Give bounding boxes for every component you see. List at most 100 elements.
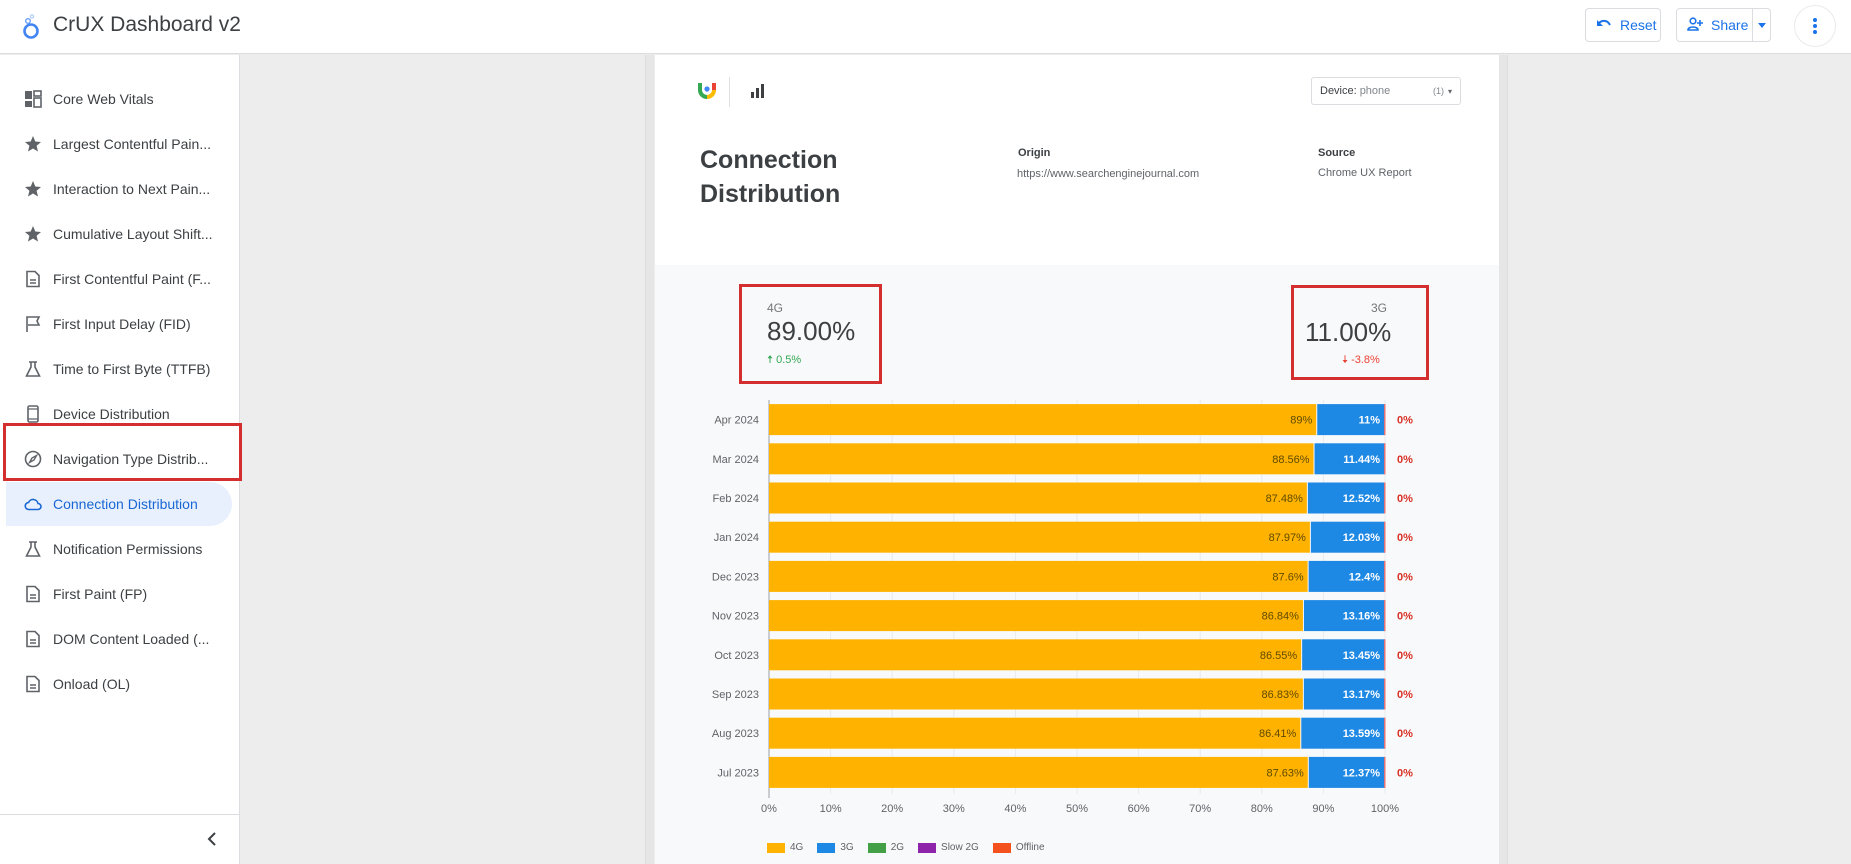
data-label-offline: 0% [1397,493,1413,505]
data-label-offline: 0% [1397,611,1413,623]
x-tick-label: 90% [1312,803,1334,815]
legend-item-3g[interactable]: 3G [817,842,854,853]
bar-offline [1384,404,1386,436]
data-label-4g: 86.83% [1262,689,1300,701]
category-label: Apr 2024 [714,415,759,427]
bar-offline [1384,600,1386,632]
bar-4g [769,521,1310,553]
data-label-3g: 13.59% [1343,728,1381,740]
bar-offline [1384,639,1386,671]
x-tick-label: 10% [820,803,842,815]
sidebar-item-cumulative-layout-shift[interactable]: Cumulative Layout Shift... [6,212,232,256]
flask-icon [24,360,42,378]
data-label-4g: 87.97% [1269,532,1307,544]
sidebar-item-largest-contentful-pain[interactable]: Largest Contentful Pain... [6,122,232,166]
category-label: Jul 2023 [717,767,759,779]
legend-item-4g[interactable]: 4G [767,842,803,853]
chevron-left-icon [207,832,216,846]
sidebar-item-connection-distribution[interactable]: Connection Distribution [6,482,232,526]
dashboard-icon [24,90,42,108]
canvas-edge [645,55,654,864]
document-icon [24,630,42,648]
x-tick-label: 100% [1371,803,1399,815]
bar-4g [769,443,1314,475]
sidebar-item-interaction-to-next-pain[interactable]: Interaction to Next Pain... [6,167,232,211]
category-label: Jan 2024 [714,532,759,544]
legend-label: Offline [1015,842,1045,853]
data-label-offline: 0% [1397,532,1413,544]
sidebar-item-dom-content-loaded[interactable]: DOM Content Loaded (... [6,617,232,661]
data-label-offline: 0% [1397,454,1413,466]
data-label-offline: 0% [1397,650,1413,662]
data-label-3g: 12.52% [1343,493,1381,505]
sidebar-item-label: Core Web Vitals [53,91,154,107]
star-icon [24,135,42,153]
data-label-4g: 87.6% [1272,571,1303,583]
report-page: Device: phone (1) ▾ Connection Distribut… [655,55,1499,864]
sidebar-item-label: DOM Content Loaded (... [53,631,210,647]
bar-offline [1384,443,1386,475]
legend-label: 2G [890,842,905,853]
sidebar-item-label: Time to First Byte (TTFB) [53,361,211,377]
sidebar-item-first-input-delay-fid[interactable]: First Input Delay (FID) [6,302,232,346]
data-label-offline: 0% [1397,415,1413,427]
sidebar-item-onload-ol[interactable]: Onload (OL) [6,662,232,706]
data-label-4g: 87.48% [1266,493,1304,505]
canvas-edge [1499,55,1508,864]
chart-legend: 4G 3G 2G Slow 2G Offline [767,842,1045,853]
legend-item-2g[interactable]: 2G [867,842,905,853]
data-label-4g: 86.84% [1262,611,1300,623]
bar-4g [769,717,1301,749]
data-label-offline: 0% [1397,767,1413,779]
reset-button[interactable]: Reset [1585,8,1661,42]
share-label: Share [1711,17,1749,33]
phone-icon [24,405,42,423]
x-tick-label: 0% [761,803,777,815]
category-label: Nov 2023 [712,611,759,623]
sidebar-item-first-paint-fp[interactable]: First Paint (FP) [6,572,232,616]
sidebar-item-first-contentful-paint-f[interactable]: First Contentful Paint (F... [6,257,232,301]
share-button[interactable]: Share [1676,8,1771,42]
top-bar: CrUX Dashboard v2 Reset Share [0,0,1851,54]
more-options-button[interactable] [1794,5,1836,47]
person-add-icon [1687,16,1703,34]
app-title: CrUX Dashboard v2 [53,13,241,36]
data-label-offline: 0% [1397,689,1413,701]
bar-offline [1384,678,1386,710]
bar-offline [1384,521,1386,553]
document-icon [24,585,42,603]
document-icon [24,270,42,288]
sidebar-item-label: Notification Permissions [53,541,203,557]
caret-down-icon [1757,22,1766,28]
sidebar-item-label: First Paint (FP) [53,586,148,602]
bar-offline [1384,560,1386,592]
document-icon [24,675,42,693]
share-dropdown-button[interactable] [1752,9,1770,41]
sidebar-item-label: First Input Delay (FID) [53,316,191,332]
star-icon [24,180,42,198]
data-label-offline: 0% [1397,571,1413,583]
sidebar-item-time-to-first-byte-ttfb[interactable]: Time to First Byte (TTFB) [6,347,232,391]
looker-studio-icon [20,13,42,41]
sidebar-item-label: Cumulative Layout Shift... [53,226,213,242]
legend-label: 4G [790,842,804,853]
sidebar-nav: Core Web Vitals Largest Contentful Pain..… [0,55,242,864]
data-label-3g: 11.44% [1343,454,1380,466]
sidebar-item-core-web-vitals[interactable]: Core Web Vitals [6,77,232,121]
legend-item-slow-2g[interactable]: Slow 2G [918,842,979,853]
flag-icon [24,315,42,333]
x-tick-label: 20% [881,803,903,815]
star-icon [24,225,42,243]
bar-offline [1384,756,1386,788]
legend-item-offline[interactable]: Offline [992,842,1045,853]
bar-4g [769,756,1308,788]
data-label-3g: 13.16% [1343,611,1381,623]
legend-swatch [767,842,785,853]
collapse-sidebar-button[interactable] [202,829,222,849]
legend-swatch [817,842,836,853]
sidebar-item-label: Connection Distribution [53,496,198,512]
sidebar-item-notification-permissions[interactable]: Notification Permissions [6,527,232,571]
bar-offline [1384,717,1386,749]
legend-swatch [992,842,1011,853]
x-tick-label: 40% [1004,803,1026,815]
